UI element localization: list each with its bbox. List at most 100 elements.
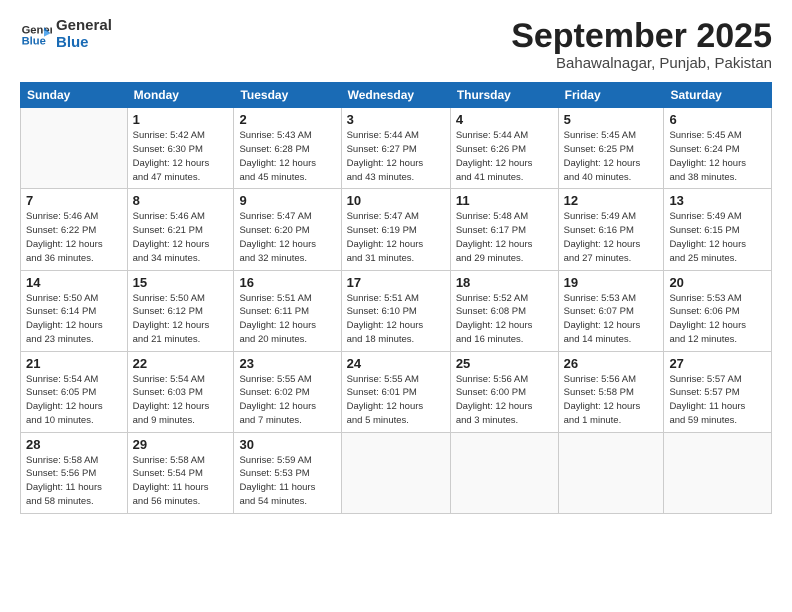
- day-info: Sunrise: 5:49 AMSunset: 6:16 PMDaylight:…: [564, 210, 659, 265]
- day-number: 23: [239, 356, 335, 371]
- calendar-cell: 7 Sunrise: 5:46 AMSunset: 6:22 PMDaylight…: [21, 189, 128, 270]
- day-number: 1: [133, 112, 229, 127]
- calendar-cell: 13 Sunrise: 5:49 AMSunset: 6:15 PMDayligh…: [664, 189, 772, 270]
- day-number: 29: [133, 437, 229, 452]
- calendar-cell: [558, 432, 664, 513]
- day-number: 2: [239, 112, 335, 127]
- day-info: Sunrise: 5:55 AMSunset: 6:01 PMDaylight:…: [347, 373, 445, 428]
- calendar-cell: 12 Sunrise: 5:49 AMSunset: 6:16 PMDayligh…: [558, 189, 664, 270]
- day-info: Sunrise: 5:47 AMSunset: 6:19 PMDaylight:…: [347, 210, 445, 265]
- day-number: 13: [669, 193, 766, 208]
- page: General Blue General Blue September 2025…: [0, 0, 792, 612]
- calendar-week-3: 14 Sunrise: 5:50 AMSunset: 6:14 PMDayligh…: [21, 270, 772, 351]
- col-friday: Friday: [558, 83, 664, 108]
- title-block: September 2025 Bahawalnagar, Punjab, Pak…: [511, 18, 772, 72]
- calendar-cell: 8 Sunrise: 5:46 AMSunset: 6:21 PMDaylight…: [127, 189, 234, 270]
- day-info: Sunrise: 5:46 AMSunset: 6:22 PMDaylight:…: [26, 210, 122, 265]
- day-number: 30: [239, 437, 335, 452]
- calendar-cell: 3Sunrise: 5:44 AMSunset: 6:27 PMDaylight…: [341, 108, 450, 189]
- day-info: Sunrise: 5:45 AMSunset: 6:25 PMDaylight:…: [564, 129, 659, 184]
- calendar-cell: 15Sunrise: 5:50 AMSunset: 6:12 PMDayligh…: [127, 270, 234, 351]
- calendar-cell: [450, 432, 558, 513]
- calendar-cell: 21 Sunrise: 5:54 AMSunset: 6:05 PMDayligh…: [21, 351, 128, 432]
- calendar-week-1: 1Sunrise: 5:42 AMSunset: 6:30 PMDaylight…: [21, 108, 772, 189]
- calendar-cell: 22 Sunrise: 5:54 AMSunset: 6:03 PMDayligh…: [127, 351, 234, 432]
- col-saturday: Saturday: [664, 83, 772, 108]
- col-thursday: Thursday: [450, 83, 558, 108]
- day-info: Sunrise: 5:54 AMSunset: 6:03 PMDaylight:…: [133, 373, 229, 428]
- day-number: 24: [347, 356, 445, 371]
- day-number: 19: [564, 275, 659, 290]
- day-info: Sunrise: 5:57 AMSunset: 5:57 PMDaylight:…: [669, 373, 766, 428]
- calendar-cell: 23 Sunrise: 5:55 AMSunset: 6:02 PMDayligh…: [234, 351, 341, 432]
- svg-text:Blue: Blue: [22, 35, 46, 47]
- calendar-cell: 20 Sunrise: 5:53 AMSunset: 6:06 PMDayligh…: [664, 270, 772, 351]
- day-info: Sunrise: 5:50 AMSunset: 6:14 PMDaylight:…: [26, 292, 122, 347]
- day-number: 4: [456, 112, 553, 127]
- day-number: 7: [26, 193, 122, 208]
- day-info: Sunrise: 5:44 AMSunset: 6:26 PMDaylight:…: [456, 129, 553, 184]
- day-info: Sunrise: 5:48 AMSunset: 6:17 PMDaylight:…: [456, 210, 553, 265]
- calendar-cell: 28 Sunrise: 5:58 AMSunset: 5:56 PMDayligh…: [21, 432, 128, 513]
- calendar-cell: 5 Sunrise: 5:45 AMSunset: 6:25 PMDaylight…: [558, 108, 664, 189]
- day-info: Sunrise: 5:59 AMSunset: 5:53 PMDaylight:…: [239, 454, 335, 509]
- day-number: 20: [669, 275, 766, 290]
- day-info: Sunrise: 5:53 AMSunset: 6:06 PMDaylight:…: [669, 292, 766, 347]
- calendar-cell: 18 Sunrise: 5:52 AMSunset: 6:08 PMDayligh…: [450, 270, 558, 351]
- calendar-cell: 1Sunrise: 5:42 AMSunset: 6:30 PMDaylight…: [127, 108, 234, 189]
- calendar-cell: [341, 432, 450, 513]
- calendar-cell: 16 Sunrise: 5:51 AMSunset: 6:11 PMDayligh…: [234, 270, 341, 351]
- day-number: 18: [456, 275, 553, 290]
- day-number: 25: [456, 356, 553, 371]
- day-number: 14: [26, 275, 122, 290]
- day-info: Sunrise: 5:45 AMSunset: 6:24 PMDaylight:…: [669, 129, 766, 184]
- day-info: Sunrise: 5:56 AMSunset: 5:58 PMDaylight:…: [564, 373, 659, 428]
- day-info: Sunrise: 5:52 AMSunset: 6:08 PMDaylight:…: [456, 292, 553, 347]
- calendar-cell: 29 Sunrise: 5:58 AMSunset: 5:54 PMDayligh…: [127, 432, 234, 513]
- logo-blue: Blue: [56, 35, 112, 52]
- calendar-cell: 9 Sunrise: 5:47 AMSunset: 6:20 PMDaylight…: [234, 189, 341, 270]
- weekday-header-row: Sunday Monday Tuesday Wednesday Thursday…: [21, 83, 772, 108]
- calendar-cell: 30 Sunrise: 5:59 AMSunset: 5:53 PMDayligh…: [234, 432, 341, 513]
- calendar-week-2: 7 Sunrise: 5:46 AMSunset: 6:22 PMDaylight…: [21, 189, 772, 270]
- day-info: Sunrise: 5:43 AMSunset: 6:28 PMDaylight:…: [239, 129, 335, 184]
- day-number: 16: [239, 275, 335, 290]
- calendar-week-4: 21 Sunrise: 5:54 AMSunset: 6:05 PMDayligh…: [21, 351, 772, 432]
- day-info: Sunrise: 5:58 AMSunset: 5:56 PMDaylight:…: [26, 454, 122, 509]
- calendar-cell: 26 Sunrise: 5:56 AMSunset: 5:58 PMDayligh…: [558, 351, 664, 432]
- day-info: Sunrise: 5:47 AMSunset: 6:20 PMDaylight:…: [239, 210, 335, 265]
- calendar-cell: 11 Sunrise: 5:48 AMSunset: 6:17 PMDayligh…: [450, 189, 558, 270]
- calendar-cell: [664, 432, 772, 513]
- calendar-cell: 24 Sunrise: 5:55 AMSunset: 6:01 PMDayligh…: [341, 351, 450, 432]
- calendar-cell: 25Sunrise: 5:56 AMSunset: 6:00 PMDayligh…: [450, 351, 558, 432]
- day-number: 17: [347, 275, 445, 290]
- day-number: 5: [564, 112, 659, 127]
- calendar-cell: 6Sunrise: 5:45 AMSunset: 6:24 PMDaylight…: [664, 108, 772, 189]
- day-number: 22: [133, 356, 229, 371]
- location-title: Bahawalnagar, Punjab, Pakistan: [511, 55, 772, 72]
- day-number: 8: [133, 193, 229, 208]
- logo: General Blue General Blue: [20, 18, 112, 51]
- calendar-cell: 4 Sunrise: 5:44 AMSunset: 6:26 PMDaylight…: [450, 108, 558, 189]
- calendar-cell: 17Sunrise: 5:51 AMSunset: 6:10 PMDayligh…: [341, 270, 450, 351]
- day-number: 12: [564, 193, 659, 208]
- logo-general: General: [56, 18, 112, 35]
- col-wednesday: Wednesday: [341, 83, 450, 108]
- day-number: 10: [347, 193, 445, 208]
- day-number: 21: [26, 356, 122, 371]
- day-info: Sunrise: 5:55 AMSunset: 6:02 PMDaylight:…: [239, 373, 335, 428]
- day-info: Sunrise: 5:51 AMSunset: 6:11 PMDaylight:…: [239, 292, 335, 347]
- month-title: September 2025: [511, 18, 772, 55]
- day-info: Sunrise: 5:44 AMSunset: 6:27 PMDaylight:…: [347, 129, 445, 184]
- day-number: 27: [669, 356, 766, 371]
- day-number: 26: [564, 356, 659, 371]
- day-number: 9: [239, 193, 335, 208]
- day-info: Sunrise: 5:58 AMSunset: 5:54 PMDaylight:…: [133, 454, 229, 509]
- day-number: 28: [26, 437, 122, 452]
- day-number: 11: [456, 193, 553, 208]
- calendar-cell: 2 Sunrise: 5:43 AMSunset: 6:28 PMDaylight…: [234, 108, 341, 189]
- calendar-body: 1Sunrise: 5:42 AMSunset: 6:30 PMDaylight…: [21, 108, 772, 513]
- day-info: Sunrise: 5:46 AMSunset: 6:21 PMDaylight:…: [133, 210, 229, 265]
- day-info: Sunrise: 5:49 AMSunset: 6:15 PMDaylight:…: [669, 210, 766, 265]
- day-info: Sunrise: 5:54 AMSunset: 6:05 PMDaylight:…: [26, 373, 122, 428]
